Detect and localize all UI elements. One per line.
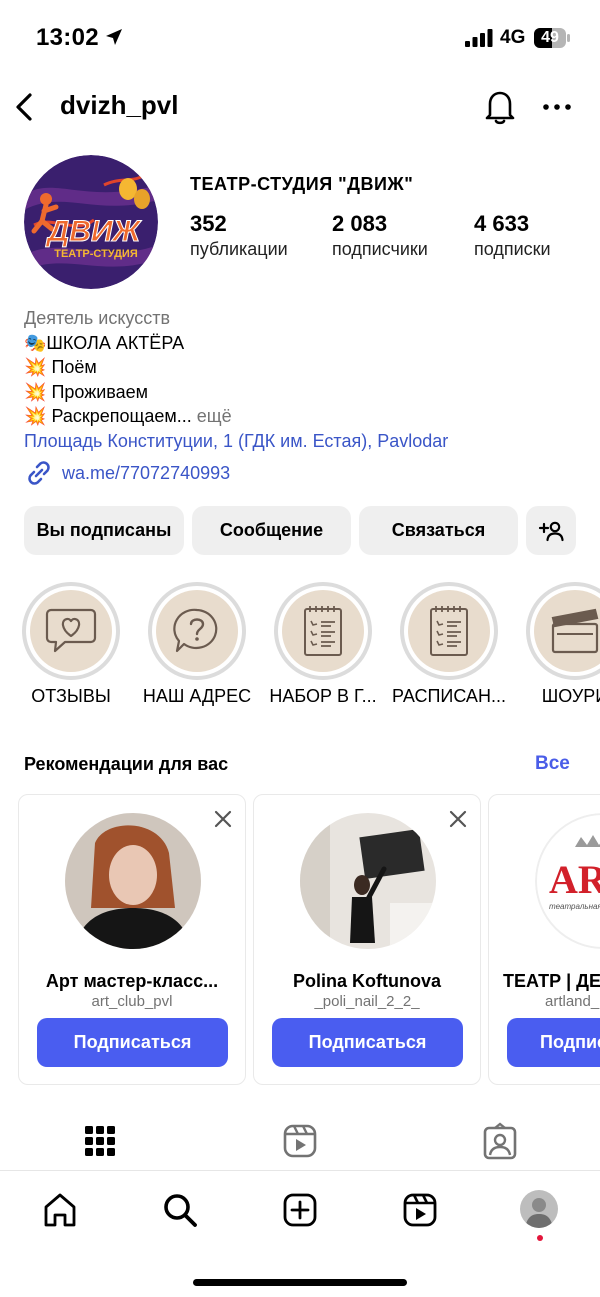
- bio-emoji: 💥: [24, 406, 47, 426]
- highlight-label: РАСПИСАН...: [392, 686, 506, 706]
- header-username: dvizh_pvl: [60, 90, 179, 120]
- checklist-icon: [304, 606, 342, 656]
- bio-line: 💥 Проживаем: [24, 380, 584, 405]
- create-post-icon[interactable]: [281, 1191, 319, 1229]
- bio-emoji: 🎭: [24, 332, 47, 353]
- profile-content-tabs: [0, 1115, 600, 1167]
- bio-address[interactable]: Площадь Конституции, 1 (ГДК им. Естая), …: [24, 429, 584, 454]
- avatar-logo-text: ДВИЖ: [45, 215, 143, 248]
- clapperboard-icon: [551, 608, 599, 654]
- recommendation-avatar[interactable]: [65, 813, 201, 949]
- profile-header: dvizh_pvl: [0, 80, 600, 134]
- profile-name: ТЕАТР-СТУДИЯ "ДВИЖ": [190, 174, 414, 194]
- bio-emoji: 💥: [24, 381, 47, 402]
- bio-text: Раскрепощаем...: [51, 406, 192, 426]
- highlight-label: НАШ АДРЕС: [142, 686, 252, 706]
- recommendation-name: ТЕАТР | ДЕ: [503, 971, 600, 991]
- contact-button[interactable]: Связаться: [359, 506, 518, 555]
- stat-following-label: подписки: [474, 239, 551, 259]
- message-button[interactable]: Сообщение: [192, 506, 351, 555]
- status-bar: 13:02 4G 49: [0, 0, 600, 76]
- bio-line: 💥 Поём: [24, 355, 584, 380]
- bio-link-text[interactable]: wa.me/77072740993: [62, 463, 230, 484]
- bio-emoji: 💥: [24, 357, 47, 377]
- network-type: 4G: [500, 27, 526, 48]
- recommendations-title: Рекомендации для вас: [24, 754, 229, 774]
- avatar-logo-subtext: ТЕАТР-СТУДИЯ: [54, 248, 138, 260]
- recommendation-card[interactable]: Polina Koftunova _poli_nail_2_2_ Подписа…: [253, 794, 481, 1085]
- highlight-schedule[interactable]: РАСПИСАН...: [386, 582, 512, 707]
- search-icon[interactable]: [161, 1191, 199, 1229]
- profile-avatar[interactable]: ДВИЖ ТЕАТР-СТУДИЯ: [24, 155, 158, 289]
- recommendation-handle: artland_: [545, 993, 600, 1010]
- recommendation-name: Polina Koftunova: [293, 971, 441, 991]
- recommendation-logo-subtext: театральная мастер: [549, 902, 600, 911]
- follow-button[interactable]: Подписаться: [37, 1018, 228, 1067]
- highlight-reviews[interactable]: ОТЗЫВЫ: [8, 582, 134, 707]
- highlight-label: ШОУРИ: [541, 686, 600, 706]
- bell-icon[interactable]: [482, 88, 518, 126]
- highlight-enrollment[interactable]: НАБОР В Г...: [260, 582, 386, 707]
- recommendation-card[interactable]: Арт мастер-класс... art_club_pvl Подписа…: [18, 794, 246, 1085]
- bio-line: 🎭ШКОЛА АКТЁРА: [24, 331, 584, 356]
- bio-text: Поём: [51, 357, 97, 377]
- recommendation-card[interactable]: AR театральная мастер ТЕАТР | ДЕ artland…: [488, 794, 600, 1085]
- status-time: 13:02: [36, 24, 99, 51]
- checklist-icon: [430, 606, 468, 656]
- link-icon: [28, 461, 50, 485]
- bottom-navigation: [0, 1170, 600, 1297]
- stat-following[interactable]: 4 633 подписки: [474, 211, 551, 260]
- back-arrow-icon[interactable]: [10, 90, 38, 124]
- bio-line: 💥 Раскрепощаем... ещё: [24, 404, 584, 429]
- story-highlights: ОТЗЫВЫ НАШ АДРЕС НАБОР В Г... РАСПИСАН..…: [0, 582, 600, 717]
- highlight-address[interactable]: НАШ АДРЕС: [134, 582, 260, 707]
- stat-following-value: 4 633: [474, 211, 530, 236]
- recommendation-name: Арт мастер-класс...: [45, 971, 219, 991]
- signal-icon: [465, 29, 493, 47]
- stat-followers[interactable]: 2 083 подписчики: [332, 211, 428, 260]
- profile-bio: Деятель искусств 🎭ШКОЛА АКТЁРА 💥 Поём 💥 …: [24, 306, 584, 453]
- location-arrow-icon: [106, 29, 122, 45]
- battery-level: 49: [541, 29, 559, 46]
- bio-text: Проживаем: [51, 381, 149, 402]
- follow-button[interactable]: Подписаться: [507, 1018, 600, 1067]
- highlight-label: НАБОР В Г...: [269, 686, 377, 706]
- add-user-icon: [538, 521, 564, 541]
- home-indicator: [193, 1279, 407, 1286]
- recommendation-avatar[interactable]: AR театральная мастер: [535, 813, 600, 949]
- stat-posts[interactable]: 352 публикации: [190, 211, 288, 260]
- bio-category: Деятель искусств: [24, 308, 171, 328]
- highlight-label: ОТЗЫВЫ: [31, 686, 111, 706]
- notification-dot: [537, 1235, 543, 1241]
- recommendation-handle: _poli_nail_2_2_: [314, 993, 420, 1010]
- stat-posts-label: публикации: [190, 239, 288, 259]
- following-button[interactable]: Вы подписаны: [24, 506, 184, 555]
- highlight-showreel[interactable]: ШОУРИ: [512, 582, 600, 707]
- add-user-button[interactable]: [526, 506, 576, 555]
- question-bubble-icon: [173, 608, 218, 653]
- recommendation-avatar[interactable]: [300, 813, 436, 949]
- tagged-tab-icon[interactable]: [482, 1121, 518, 1161]
- more-options-icon[interactable]: [540, 94, 574, 120]
- recommendations-see-all[interactable]: Все: [535, 753, 570, 775]
- reels-icon[interactable]: [401, 1191, 439, 1229]
- recommendation-handle: art_club_pvl: [91, 993, 173, 1010]
- grid-icon[interactable]: [82, 1121, 118, 1161]
- stat-followers-value: 2 083: [332, 211, 388, 236]
- reels-tab-icon[interactable]: [282, 1121, 318, 1161]
- stat-posts-value: 352: [190, 211, 227, 236]
- follow-button[interactable]: Подписаться: [272, 1018, 463, 1067]
- recommendation-logo-text: AR: [549, 857, 600, 902]
- speech-heart-icon: [45, 608, 97, 653]
- profile-tab-avatar[interactable]: [520, 1190, 558, 1228]
- bio-text: ШКОЛА АКТЁРА: [46, 332, 185, 353]
- bio-more-link[interactable]: ещё: [197, 406, 232, 426]
- home-icon[interactable]: [41, 1191, 79, 1229]
- bio-link[interactable]: wa.me/77072740993: [24, 458, 230, 488]
- stat-followers-label: подписчики: [332, 239, 428, 259]
- close-icon[interactable]: [213, 809, 233, 829]
- close-icon[interactable]: [448, 809, 468, 829]
